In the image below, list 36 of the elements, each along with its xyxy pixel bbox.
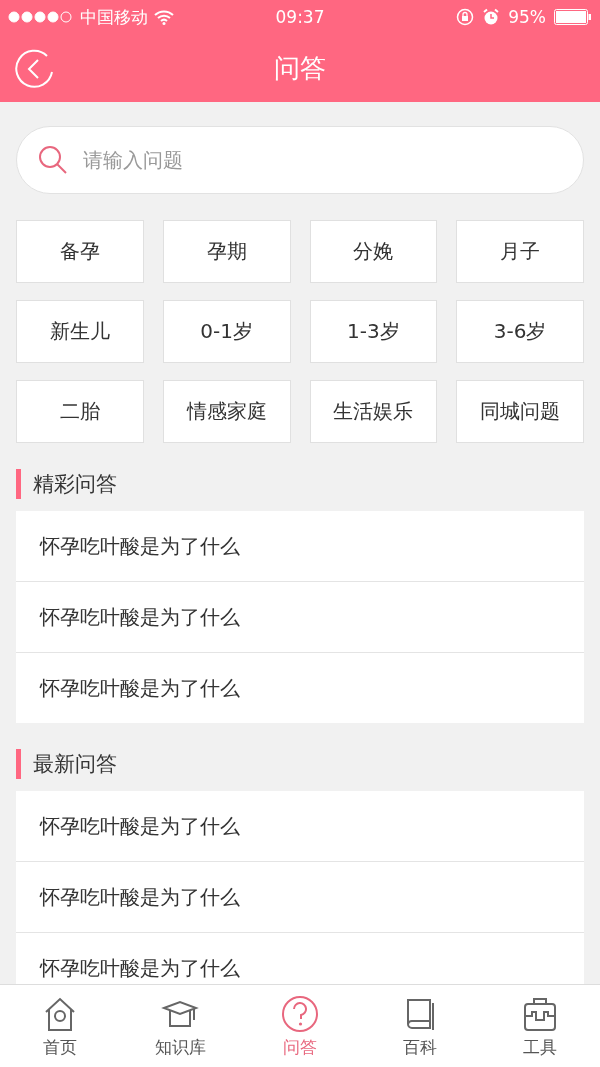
tab-bar-item[interactable]: 百科 [375, 993, 465, 1059]
tab-bar-item[interactable]: 首页 [15, 993, 105, 1059]
search-field[interactable]: 请输入问题 [16, 126, 584, 194]
carrier-name: 中国移动 [80, 5, 148, 29]
section-title: 精彩问答 [16, 469, 117, 499]
category-button[interactable]: 同城问题 [456, 380, 584, 443]
category-button[interactable]: 分娩 [309, 220, 438, 283]
category-button[interactable]: 备孕 [16, 220, 144, 283]
back-button[interactable] [14, 48, 56, 90]
battery-icon [554, 9, 592, 25]
category-button[interactable]: 0-1岁 [162, 300, 291, 363]
category-button[interactable]: 新生儿 [16, 300, 144, 363]
alarm-icon [482, 8, 501, 26]
category-button[interactable]: 生活娱乐 [309, 380, 438, 443]
wifi-icon [154, 9, 174, 25]
rotation-lock-icon [456, 8, 475, 26]
search-icon [38, 145, 68, 175]
question-item[interactable]: 怀孕吃叶酸是为了什么 [16, 791, 584, 861]
category-button[interactable]: 孕期 [162, 220, 291, 283]
tab-bar-item[interactable]: 工具 [495, 993, 585, 1059]
battery-percent: 95% [508, 7, 546, 27]
section-title: 最新问答 [16, 749, 117, 779]
page-title: 问答 [274, 51, 326, 85]
question-item[interactable]: 怀孕吃叶酸是为了什么 [16, 652, 584, 723]
question-item[interactable]: 怀孕吃叶酸是为了什么 [16, 511, 584, 581]
question-icon [280, 993, 320, 1034]
category-button[interactable]: 情感家庭 [162, 380, 291, 443]
category-button[interactable]: 月子 [456, 220, 584, 283]
question-item[interactable]: 怀孕吃叶酸是为了什么 [16, 861, 584, 932]
signal-icon [8, 11, 74, 23]
category-button[interactable]: 3-6岁 [456, 300, 584, 363]
status-time: 09:37 [275, 7, 325, 27]
question-item[interactable]: 怀孕吃叶酸是为了什么 [16, 581, 584, 652]
category-button[interactable]: 1-3岁 [309, 300, 438, 363]
tab-bar-item[interactable]: 知识库 [135, 993, 225, 1059]
category-button[interactable]: 二胎 [16, 380, 144, 443]
